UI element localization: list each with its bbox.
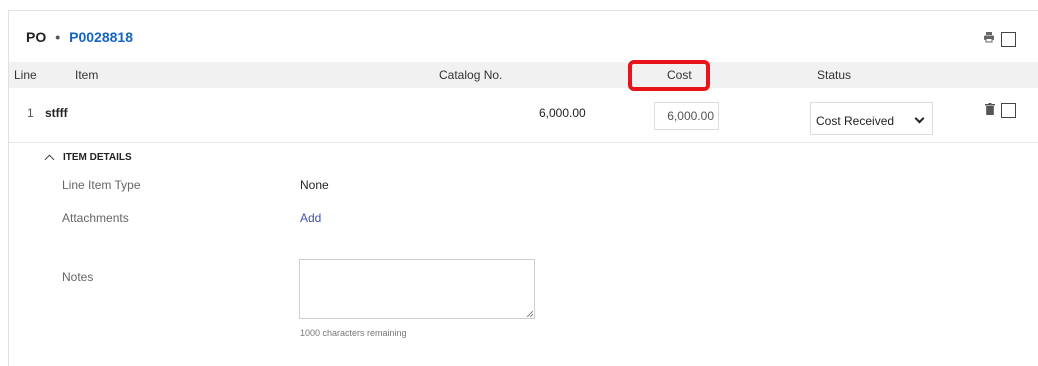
panel-top-border [8, 10, 1038, 11]
row-select-checkbox[interactable] [1001, 103, 1016, 118]
header-actions [983, 30, 1016, 48]
column-header-catalog: Catalog No. [439, 68, 503, 82]
po-label: PO [26, 29, 47, 45]
add-attachment-link[interactable]: Add [300, 211, 321, 225]
cost-column-highlight [628, 60, 710, 91]
notes-textarea[interactable] [299, 259, 535, 319]
select-all-checkbox[interactable] [1001, 31, 1016, 47]
attachments-label: Attachments [62, 211, 129, 225]
chevron-up-icon [44, 154, 55, 165]
po-header: PO • P0028818 [26, 29, 133, 45]
status-select[interactable]: Cost Received [810, 102, 933, 135]
notes-char-counter: 1000 characters remaining [300, 328, 407, 338]
item-name: stfff [45, 106, 68, 120]
item-details-title: ITEM DETAILS [63, 152, 132, 163]
column-header-line: Line [14, 68, 37, 82]
po-number-link[interactable]: P0028818 [69, 29, 133, 45]
row-actions [985, 103, 1016, 118]
status-selected-value: Cost Received [816, 113, 895, 128]
column-header-status: Status [817, 68, 852, 82]
line-number: 1 [27, 106, 34, 120]
line-amount: 6,000.00 [539, 106, 586, 120]
line-item-type-label: Line Item Type [62, 178, 141, 192]
chevron-down-icon [914, 113, 925, 124]
notes-label: Notes [62, 270, 94, 284]
table-row: 1 stfff 6,000.00 Cost Received [9, 88, 1038, 143]
resize-grip-icon[interactable] [526, 310, 533, 317]
line-item-type-value: None [300, 178, 329, 192]
column-header-item: Item [75, 68, 99, 82]
printer-icon[interactable] [983, 30, 995, 48]
item-details-toggle[interactable]: ITEM DETAILS [44, 152, 132, 165]
po-line-items-panel: PO • P0028818 Line Item Catalog No. Cost… [0, 0, 1038, 366]
table-header-row: Line Item Catalog No. Cost Status [9, 62, 1038, 88]
po-separator: • [55, 29, 61, 45]
cost-input[interactable] [654, 102, 719, 130]
trash-icon[interactable] [985, 103, 995, 118]
